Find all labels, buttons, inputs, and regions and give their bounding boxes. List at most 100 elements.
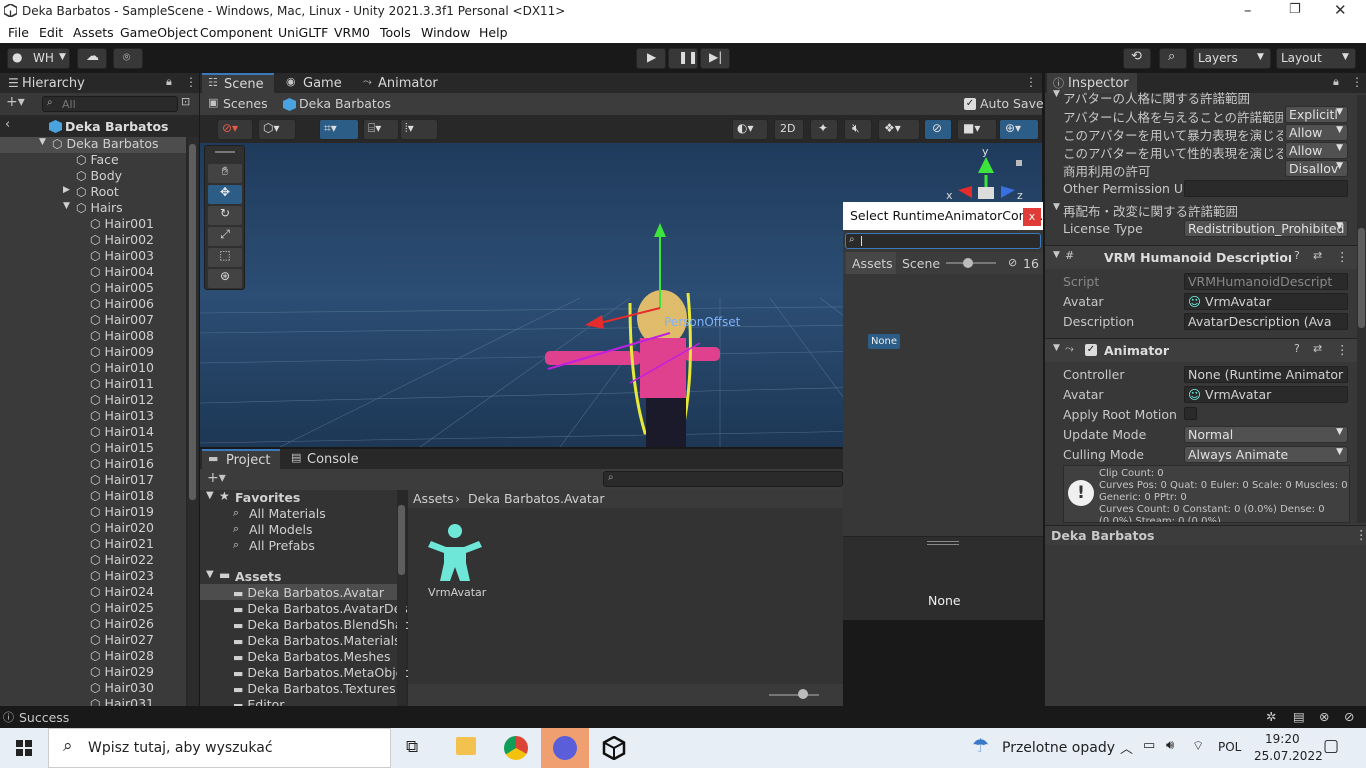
hierarchy-item[interactable]: ⬡ Hair022 [90,552,154,567]
cloud-button[interactable]: ☁ [77,48,107,69]
more-icon[interactable]: ⋮ [1025,75,1037,89]
more-icon[interactable]: ⋮ [1355,527,1366,542]
cache-icon[interactable]: ▤ [1293,709,1305,724]
expand-icon[interactable]: ▼ [63,201,70,211]
preview-resize-handle[interactable] [927,541,959,545]
hierarchy-item[interactable]: ⬡ Face [76,152,119,167]
update-mode-dropdown[interactable]: Normal ▼ [1184,426,1348,443]
animator-component-header[interactable]: ▼ ⤳ ✓ Animator ? ⇄ ⋮ [1045,338,1357,362]
inspector-scrollbar[interactable] [1357,95,1366,523]
expand-icon[interactable]: ▼ [1053,343,1060,353]
zoom-slider-thumb[interactable] [798,689,808,699]
other-permission-input[interactable] [1184,180,1348,197]
menu-file[interactable]: File [8,25,29,40]
hierarchy-item[interactable]: ⬡ Hair007 [90,312,154,327]
hierarchy-item[interactable]: ⬡ Hair012 [90,392,154,407]
menu-gameobject[interactable]: GameObject [120,25,198,40]
hierarchy-item[interactable]: ⬡ Hair021 [90,536,154,551]
weather-icon[interactable]: ☂ [972,735,989,757]
tab-hierarchy[interactable]: Hierarchy [22,76,85,91]
clock-time[interactable]: 19:20 [1265,732,1300,746]
tab-console[interactable]: Console [307,452,359,467]
hierarchy-item[interactable]: ⬡ Hair013 [90,408,154,423]
progress-icon[interactable]: ⊗ [1319,709,1329,724]
file-explorer-icon[interactable] [456,737,476,755]
scroll-thumb[interactable] [1358,228,1365,328]
unity-hub-icon[interactable] [602,736,626,760]
menu-tools[interactable]: Tools [380,25,411,40]
project-folder[interactable]: ▬ Deka Barbatos.MetaObjec [233,665,410,680]
create-button[interactable]: +▾ [207,470,226,486]
scroll-thumb[interactable] [189,144,196,500]
close-window-button[interactable]: ✕ [1334,1,1347,19]
scroll-thumb[interactable] [398,505,405,575]
grid-snap-button[interactable]: ⌗▾ [319,119,359,140]
scale-tool-button[interactable]: ⤢ [208,227,242,246]
menu-assets[interactable]: Assets [73,25,114,40]
hierarchy-item[interactable]: ⬡ Hair024 [90,584,154,599]
hierarchy-item[interactable]: ⬡ Hair029 [90,664,154,679]
hierarchy-item[interactable]: ⬡ Hair011 [90,376,154,391]
account-dropdown[interactable]: ● WH ▼ [7,48,70,69]
search-options-icon[interactable]: ⊡ [181,95,190,108]
taskbar-search-box[interactable]: ⌕ Wpisz tutaj, aby wyszukać [48,728,391,768]
add-button[interactable]: +▾ [6,94,25,110]
camera-button[interactable]: ■▾ [957,119,997,140]
favorite-all-materials[interactable]: All Materials [249,506,326,521]
hierarchy-item[interactable]: ⬡ Hair020 [90,520,154,535]
transform-tool-button[interactable]: ⊛ [208,269,242,288]
effects-button[interactable]: ❖▾ [878,119,920,140]
palette-handle[interactable] [215,151,235,153]
hierarchy-item[interactable]: ⬡ Hair019 [90,504,154,519]
clock-date[interactable]: 25.07.2022 [1254,749,1323,763]
hand-tool-button[interactable]: ✋︎ [208,164,242,183]
lock-icon[interactable]: 🔒︎ [166,75,172,89]
menu-unigltf[interactable]: UniGLTF [278,25,328,40]
license-type-dropdown[interactable]: Redistribution_Prohibited ▼ [1184,220,1348,237]
favorite-all-models[interactable]: All Models [249,522,313,537]
auto-save-checkbox[interactable]: ✓ [964,98,976,110]
preset-icon[interactable]: ⇄ [1313,249,1322,262]
project-tree-scrollbar[interactable] [397,505,406,705]
hierarchy-item[interactable]: ⬡ Hair025 [90,600,154,615]
restore-button[interactable]: ❐ [1289,2,1301,17]
tab-scene[interactable]: ☷ Scene [202,73,274,93]
menu-component[interactable]: Component [200,25,273,40]
hierarchy-item[interactable]: ⬡ Hair027 [90,632,154,647]
expand-icon[interactable]: ▼ [1053,250,1060,260]
move-tool-button[interactable]: ✥ [208,185,242,204]
hierarchy-item[interactable]: ⬡ Hair016 [90,456,154,471]
tab-game[interactable]: Game [303,76,342,91]
taskbar-active-app[interactable] [541,728,589,768]
project-folder[interactable]: ▬ Deka Barbatos.Avatar [233,585,384,600]
hierarchy-scrollbar[interactable] [188,137,198,706]
breadcrumb-scenes[interactable]: Scenes [223,96,268,111]
expand-icon[interactable]: ▼ [39,137,46,147]
humanoid-avatar-icon[interactable] [426,523,484,581]
minimize-button[interactable]: – [1244,1,1252,19]
breadcrumb-avatar-folder[interactable]: Deka Barbatos.Avatar [468,491,605,506]
more-icon[interactable]: ⋮ [1351,75,1363,89]
chevron-up-icon[interactable]: ︿ [1120,738,1133,757]
hierarchy-item[interactable]: ⬡ Hair010 [90,360,154,375]
menu-help[interactable]: Help [479,25,508,40]
project-search-input[interactable]: ⌕ [603,471,843,487]
expand-icon[interactable]: ▶ [63,185,70,195]
culling-mode-dropdown[interactable]: Always Animate ▼ [1184,446,1348,463]
visibility-button[interactable]: ⊘ [924,119,952,140]
expand-icon[interactable]: ▼ [206,490,214,501]
help-icon[interactable]: ? [1294,249,1300,262]
weather-text[interactable]: Przelotne opady [1002,740,1115,756]
hierarchy-item[interactable]: ⬡ Hair008 [90,328,154,343]
hierarchy-item[interactable]: ⬡ Hair005 [90,280,154,295]
status-text[interactable]: Success [19,710,69,725]
anim-avatar-field[interactable]: ☺︎ VrmAvatar [1184,386,1348,403]
controller-field[interactable]: None (Runtime Animator C [1184,366,1348,383]
project-folder[interactable]: ▬ Deka Barbatos.Meshes [233,649,391,664]
humanoid-component-header[interactable]: ▼ # VRM Humanoid Description (Sc ? ⇄ ⋮ [1045,245,1357,269]
root-motion-checkbox[interactable] [1184,407,1197,420]
hierarchy-item[interactable]: ⬡ Deka Barbatos [52,136,158,151]
slider-thumb[interactable] [963,258,973,268]
battery-icon[interactable]: ▭ [1143,738,1155,753]
sexual-dropdown[interactable]: Allow ▼ [1285,142,1348,159]
